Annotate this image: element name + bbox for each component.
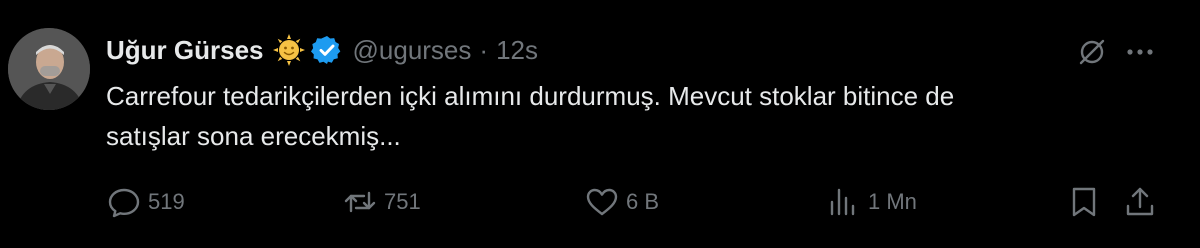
tweet-text-line-2: satışlar sona erecekmiş... (106, 121, 401, 151)
author-name[interactable]: Uğur Gürses (106, 35, 264, 66)
author-handle[interactable]: @ugurses (353, 35, 472, 66)
more-dots-icon[interactable] (1122, 34, 1158, 70)
repost-count: 751 (384, 189, 421, 214)
avatar[interactable] (8, 28, 90, 110)
action-bar: 519 751 6 B 1 Mn (0, 180, 1200, 224)
verified-badge-icon[interactable] (310, 34, 343, 66)
repost-button[interactable]: 751 (342, 180, 421, 224)
share-button[interactable] (1122, 180, 1158, 224)
heart-icon (586, 188, 618, 216)
tweet-text-line-1: Carrefour tedarikçilerden içki alımını d… (106, 81, 955, 111)
views-button[interactable]: 1 Mn (826, 180, 917, 224)
header-separator: · (479, 34, 489, 65)
avatar-photo-icon (8, 28, 90, 110)
bookmark-button[interactable] (1066, 180, 1102, 224)
sun-emoji-icon (272, 34, 305, 66)
tweet-header: Uğur Gürses @ugurses · 12s (106, 28, 538, 72)
tweet-text: Carrefour tedarikçilerden içki alımını d… (106, 76, 1176, 156)
bar-chart-icon (830, 188, 855, 216)
reply-count: 519 (148, 189, 185, 214)
grok-slash-icon[interactable] (1074, 34, 1110, 70)
speech-bubble-icon (108, 188, 140, 218)
repost-arrows-icon (344, 191, 376, 213)
bookmark-icon (1072, 187, 1096, 217)
like-button[interactable]: 6 B (584, 180, 659, 224)
like-count: 6 B (626, 189, 660, 214)
reply-button[interactable]: 519 (106, 180, 185, 224)
tweet-timestamp[interactable]: 12s (496, 35, 538, 66)
view-count: 1 Mn (868, 189, 917, 214)
share-upload-icon (1126, 187, 1154, 216)
tweet-card[interactable]: Uğur Gürses @ugurses · 12s Carrefour ted… (0, 0, 1200, 248)
